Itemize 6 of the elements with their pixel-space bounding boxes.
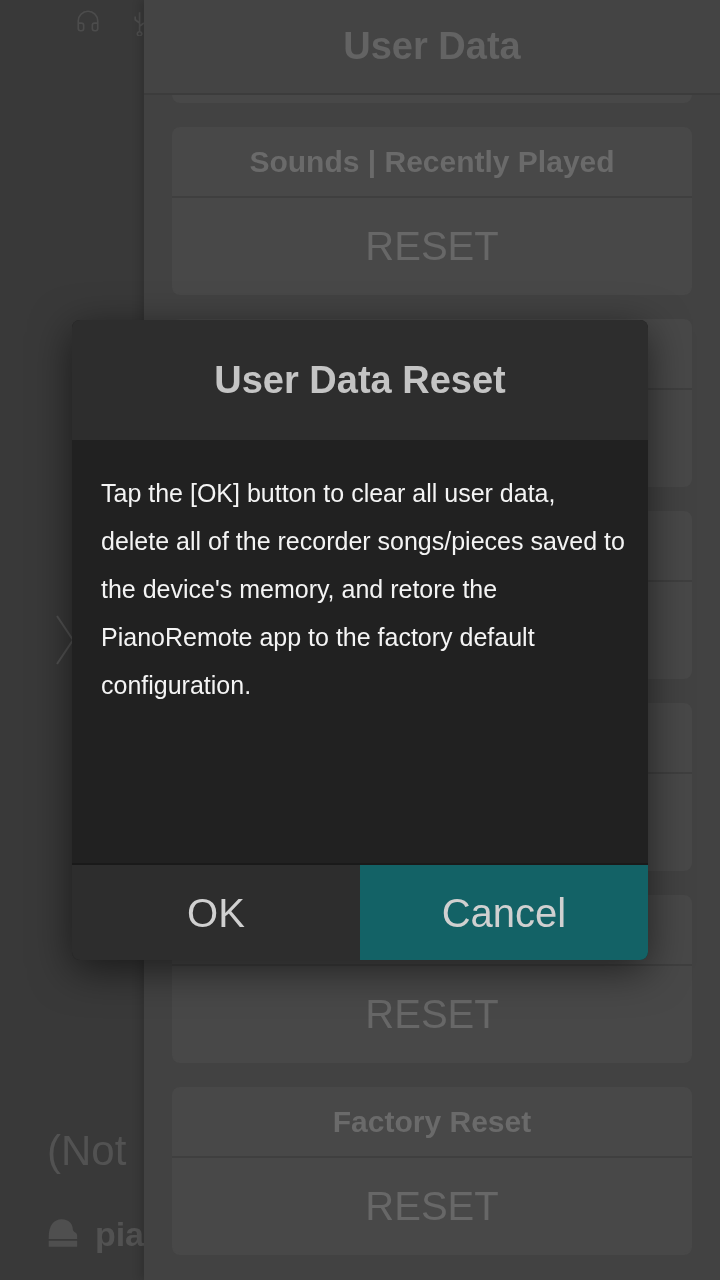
dialog-button[interactable]: Cancel — [360, 865, 648, 960]
chevron-right-icon[interactable] — [55, 615, 75, 665]
dialog-title: User Data Reset — [214, 357, 506, 403]
usb-icon[interactable] — [134, 10, 144, 36]
dialog-message: Tap the [OK] button to clear all user data, delete all of the recorder songs/pieces saved to the device's memory, and retore the PianoRemote app to the factory default configuration. — [101, 478, 626, 701]
dialog-button[interactable]: OK — [72, 865, 360, 960]
